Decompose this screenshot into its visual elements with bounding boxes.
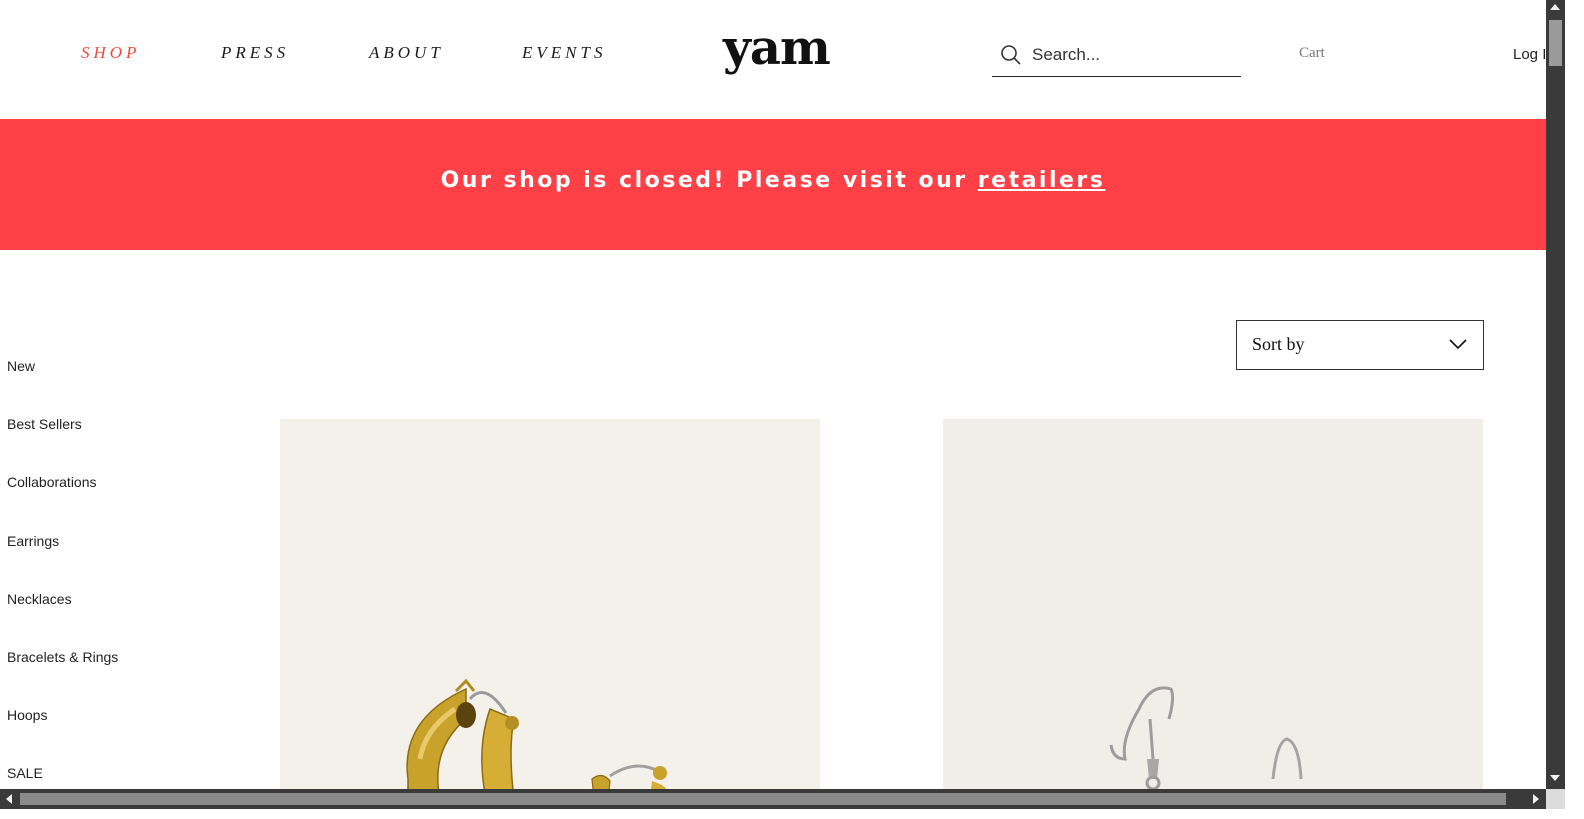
nav-events[interactable]: EVENTS bbox=[522, 43, 606, 63]
sidebar-item-best-sellers[interactable]: Best Sellers bbox=[7, 416, 82, 432]
site-header: SHOP PRESS ABOUT EVENTS yam Cart Log In bbox=[0, 0, 1565, 118]
cart-link[interactable]: Cart bbox=[1299, 45, 1325, 62]
horizontal-scrollbar[interactable] bbox=[0, 789, 1546, 809]
nav-shop[interactable]: SHOP bbox=[81, 43, 140, 63]
sort-label: Sort by bbox=[1252, 334, 1305, 354]
vertical-scrollbar[interactable] bbox=[1546, 0, 1565, 789]
sidebar-item-bracelets-rings[interactable]: Bracelets & Rings bbox=[7, 649, 118, 665]
scroll-down-icon[interactable] bbox=[1550, 775, 1560, 781]
nav-press[interactable]: PRESS bbox=[221, 43, 289, 63]
vertical-scroll-thumb[interactable] bbox=[1549, 20, 1562, 66]
sort-dropdown[interactable]: Sort by bbox=[1236, 320, 1484, 370]
scroll-right-icon[interactable] bbox=[1533, 794, 1539, 804]
product-image bbox=[1109, 686, 1303, 791]
sidebar-item-sale[interactable]: SALE bbox=[7, 765, 43, 781]
banner-message: Our shop is closed! Please visit our ret… bbox=[0, 168, 1546, 193]
product-image bbox=[406, 678, 669, 799]
sidebar-item-necklaces[interactable]: Necklaces bbox=[7, 591, 72, 607]
scroll-left-icon[interactable] bbox=[6, 794, 12, 804]
chevron-down-icon bbox=[1449, 339, 1467, 350]
scroll-up-icon[interactable] bbox=[1550, 4, 1560, 10]
product-card-gold-hoops[interactable] bbox=[280, 419, 820, 799]
nav-about[interactable]: ABOUT bbox=[369, 43, 444, 63]
search-bar bbox=[992, 36, 1241, 77]
page: SHOP PRESS ABOUT EVENTS yam Cart Log In … bbox=[0, 0, 1565, 799]
sidebar-item-hoops[interactable]: Hoops bbox=[7, 707, 47, 723]
horizontal-scroll-thumb[interactable] bbox=[20, 793, 1506, 805]
sidebar-item-collaborations[interactable]: Collaborations bbox=[7, 474, 97, 490]
search-icon[interactable] bbox=[1000, 44, 1022, 66]
retailers-link[interactable]: retailers bbox=[978, 168, 1106, 193]
search-input[interactable] bbox=[1032, 42, 1232, 68]
sidebar-item-new[interactable]: New bbox=[7, 358, 35, 374]
scrollbar-corner bbox=[1546, 789, 1565, 809]
sidebar-item-earrings[interactable]: Earrings bbox=[7, 533, 59, 549]
product-card-silver-hooks[interactable] bbox=[943, 419, 1483, 799]
banner-text: Our shop is closed! Please visit our bbox=[440, 168, 978, 193]
site-logo[interactable]: yam bbox=[723, 20, 831, 76]
